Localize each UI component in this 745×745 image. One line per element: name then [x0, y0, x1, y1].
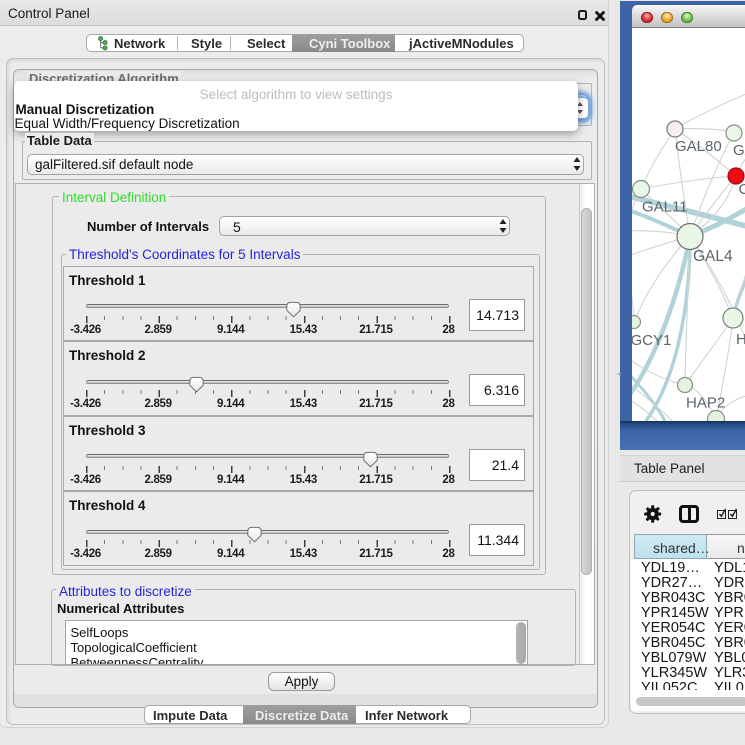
svg-text:GAL4: GAL4 [693, 248, 733, 265]
svg-text:GAL80: GAL80 [675, 138, 722, 155]
svg-text:HAP2: HAP2 [686, 395, 725, 412]
svg-text:GA: GA [733, 142, 745, 159]
svg-text:GCY1: GCY1 [632, 332, 671, 349]
svg-text:H: H [736, 331, 745, 348]
svg-text:C: C [739, 181, 745, 198]
svg-text:GAL11: GAL11 [642, 199, 688, 216]
